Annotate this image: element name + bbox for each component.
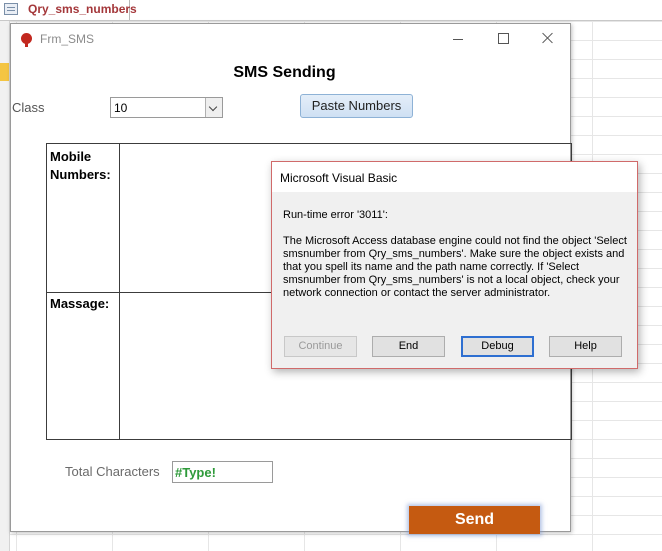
mobile-numbers-label: Mobile Numbers: xyxy=(50,149,111,182)
tab-label: Qry_sms_numbers xyxy=(28,2,137,16)
page-title: SMS Sending xyxy=(233,64,336,81)
form-titlebar: Frm_SMS xyxy=(11,24,570,54)
total-characters-label: Total Characters xyxy=(65,464,160,479)
form-icon xyxy=(21,33,32,47)
tab-qry-sms-numbers[interactable]: Qry_sms_numbers xyxy=(0,0,137,20)
chevron-down-icon[interactable] xyxy=(205,98,222,117)
document-tabstrip: Qry_sms_numbers xyxy=(0,0,662,21)
massage-label: Massage: xyxy=(50,296,110,311)
form-title: Frm_SMS xyxy=(40,32,94,46)
paste-numbers-button[interactable]: Paste Numbers xyxy=(300,94,413,118)
close-icon[interactable] xyxy=(532,28,562,50)
debug-button[interactable]: Debug xyxy=(461,336,534,357)
dialog-error-code: Run-time error '3011': xyxy=(283,209,388,221)
total-characters-value: #Type! xyxy=(175,465,216,480)
total-characters-field[interactable]: #Type! xyxy=(172,461,273,483)
class-value: 10 xyxy=(114,101,128,115)
minimize-icon[interactable] xyxy=(443,28,473,50)
continue-button: Continue xyxy=(284,336,357,357)
dialog-message: The Microsoft Access database engine cou… xyxy=(283,235,627,299)
send-button[interactable]: Send xyxy=(409,506,540,534)
class-label: Class xyxy=(12,100,45,115)
vb-error-dialog: Microsoft Visual Basic Run-time error '3… xyxy=(271,161,638,369)
class-combobox[interactable]: 10 xyxy=(110,97,223,118)
record-selector-strip xyxy=(0,21,10,551)
record-selector[interactable] xyxy=(0,63,9,81)
query-icon xyxy=(4,3,18,15)
help-button[interactable]: Help xyxy=(549,336,622,357)
maximize-icon[interactable] xyxy=(488,28,518,50)
dialog-title: Microsoft Visual Basic xyxy=(280,171,398,185)
dialog-titlebar: Microsoft Visual Basic xyxy=(272,162,637,192)
end-button[interactable]: End xyxy=(372,336,445,357)
